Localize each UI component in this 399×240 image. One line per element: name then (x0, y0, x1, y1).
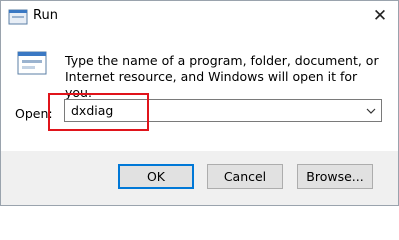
title-bar: Run ✕ (1, 1, 398, 33)
browse-button[interactable]: Browse... (297, 164, 373, 189)
run-icon (8, 8, 28, 26)
cancel-button[interactable]: Cancel (207, 164, 283, 189)
open-label: Open: (15, 106, 53, 121)
button-bar: OK Cancel Browse... (1, 151, 398, 205)
run-icon (16, 47, 48, 79)
dialog-content: Type the name of a program, folder, docu… (1, 33, 398, 151)
close-button[interactable]: ✕ (362, 1, 398, 31)
chevron-down-icon[interactable] (361, 100, 381, 121)
run-dialog: Run ✕ Type the name of a program, folder… (0, 0, 399, 206)
open-combobox[interactable] (64, 99, 382, 122)
window-title: Run (33, 8, 58, 23)
ok-button[interactable]: OK (118, 164, 194, 189)
close-icon: ✕ (372, 6, 388, 26)
open-input[interactable] (65, 100, 363, 121)
instruction-text: Type the name of a program, folder, docu… (65, 53, 379, 100)
